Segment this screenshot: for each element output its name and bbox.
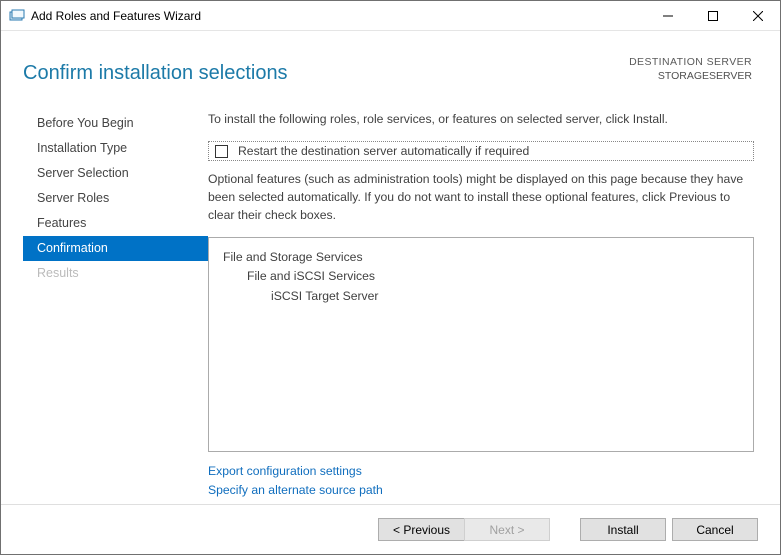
- destination-server-block: DESTINATION SERVER STORAGESERVER: [629, 51, 752, 83]
- content-area: Confirm installation selections DESTINAT…: [1, 31, 780, 554]
- selection-listbox[interactable]: File and Storage Services File and iSCSI…: [208, 237, 754, 453]
- middle-row: Before You Begin Installation Type Serve…: [1, 93, 780, 504]
- window-title: Add Roles and Features Wizard: [31, 9, 201, 23]
- step-server-selection[interactable]: Server Selection: [23, 161, 208, 186]
- close-button[interactable]: [735, 1, 780, 30]
- step-results: Results: [23, 261, 208, 286]
- list-item: File and iSCSI Services: [223, 267, 739, 287]
- page-title: Confirm installation selections: [23, 51, 629, 85]
- wizard-steps-sidebar: Before You Begin Installation Type Serve…: [23, 93, 208, 504]
- optional-features-note: Optional features (such as administratio…: [208, 171, 754, 224]
- step-server-roles[interactable]: Server Roles: [23, 186, 208, 211]
- restart-checkbox[interactable]: [215, 145, 228, 158]
- list-item: File and Storage Services: [223, 248, 739, 268]
- install-button[interactable]: Install: [580, 518, 666, 541]
- step-confirmation[interactable]: Confirmation: [23, 236, 208, 261]
- header-row: Confirm installation selections DESTINAT…: [1, 31, 780, 93]
- list-item: iSCSI Target Server: [223, 287, 739, 307]
- previous-button[interactable]: < Previous: [378, 518, 464, 541]
- titlebar: Add Roles and Features Wizard: [1, 1, 780, 31]
- main-panel: To install the following roles, role ser…: [208, 93, 758, 504]
- footer-buttons: < Previous Next > Install Cancel: [1, 504, 780, 554]
- cancel-button[interactable]: Cancel: [672, 518, 758, 541]
- step-installation-type[interactable]: Installation Type: [23, 136, 208, 161]
- intro-text: To install the following roles, role ser…: [208, 111, 754, 127]
- destination-value: STORAGESERVER: [629, 69, 752, 83]
- step-features[interactable]: Features: [23, 211, 208, 236]
- alternate-source-link[interactable]: Specify an alternate source path: [208, 481, 754, 500]
- export-config-link[interactable]: Export configuration settings: [208, 462, 754, 481]
- app-icon: [9, 8, 25, 24]
- restart-checkbox-row[interactable]: Restart the destination server automatic…: [208, 141, 754, 161]
- maximize-button[interactable]: [690, 1, 735, 30]
- wizard-window: Add Roles and Features Wizard Confirm in…: [0, 0, 781, 555]
- next-button: Next >: [464, 518, 550, 541]
- restart-checkbox-label: Restart the destination server automatic…: [238, 144, 529, 158]
- link-row: Export configuration settings Specify an…: [208, 452, 754, 504]
- step-before-you-begin[interactable]: Before You Begin: [23, 111, 208, 136]
- nav-button-pair: < Previous Next >: [378, 518, 550, 541]
- minimize-button[interactable]: [645, 1, 690, 30]
- destination-label: DESTINATION SERVER: [629, 55, 752, 69]
